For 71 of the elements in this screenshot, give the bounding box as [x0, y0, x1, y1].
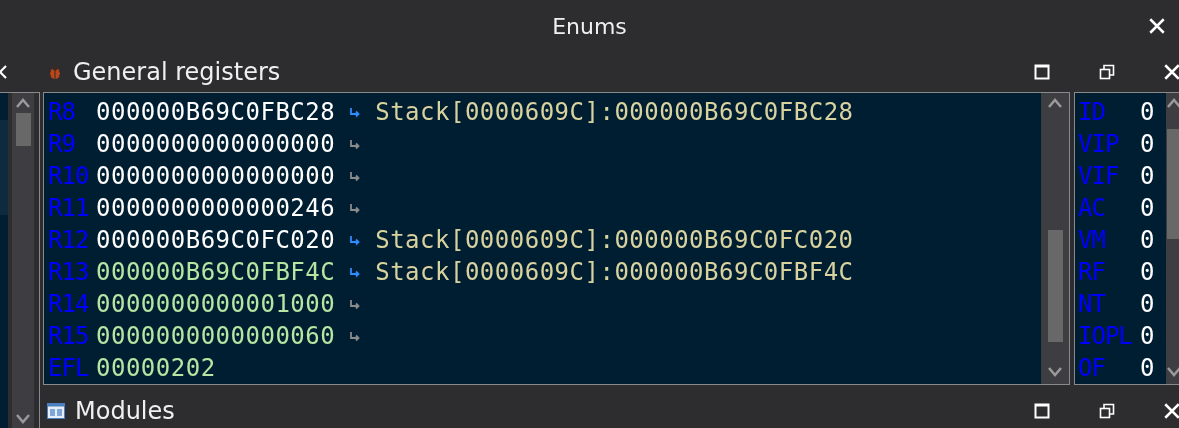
register-comment: Stack[0000609C]:000000B69C0FC020	[375, 226, 854, 254]
panel-title: Modules	[75, 397, 176, 425]
pointer-arrow-icon	[349, 298, 362, 310]
flag-name: IOPL	[1078, 322, 1133, 350]
register-comment: Stack[0000609C]:000000B69C0FBC28	[375, 98, 854, 126]
flag-name: ID	[1078, 98, 1106, 126]
register-value[interactable]: 0000000000000246	[96, 194, 336, 222]
restore-icon	[1099, 403, 1115, 419]
register-value[interactable]: 000000B69C0FC020	[96, 226, 336, 254]
bug-icon	[47, 64, 63, 80]
scrollbar[interactable]	[1041, 93, 1069, 384]
register-name: R10	[48, 162, 90, 190]
scroll-up-icon[interactable]	[1047, 97, 1063, 109]
flag-name: OF	[1078, 354, 1106, 382]
register-value[interactable]: 0000000000000000	[96, 162, 336, 190]
register-name: R13	[48, 258, 90, 286]
flag-name: VM	[1078, 226, 1106, 254]
scroll-down-icon[interactable]	[1166, 366, 1179, 378]
register-name: R15	[48, 322, 90, 350]
flag-name: VIP	[1078, 130, 1120, 158]
flag-value[interactable]: 0	[1140, 258, 1155, 286]
flag-value[interactable]: 0	[1140, 98, 1155, 126]
scroll-up-icon[interactable]	[1166, 97, 1179, 109]
register-name: R11	[48, 194, 90, 222]
modules-icon	[47, 403, 65, 419]
flag-value[interactable]: 0	[1140, 354, 1155, 382]
flag-value[interactable]: 0	[1140, 322, 1155, 350]
flag-value[interactable]: 0	[1140, 194, 1155, 222]
flag-name: NT	[1078, 290, 1107, 318]
scroll-thumb[interactable]	[1047, 230, 1063, 342]
register-comment: Stack[0000609C]:000000B69C0FBF4C	[375, 258, 854, 286]
register-value[interactable]: 000000B69C0FBC28	[96, 98, 336, 126]
flag-name: VIF	[1078, 162, 1120, 190]
close-icon	[1148, 17, 1166, 35]
register-value[interactable]: 0000000000001000	[96, 290, 336, 318]
register-name: EFL	[48, 354, 90, 382]
maximize-icon	[1034, 64, 1050, 80]
pointer-arrow-icon	[349, 202, 362, 214]
scroll-up-icon[interactable]	[15, 97, 31, 109]
close-icon	[1163, 63, 1179, 81]
window-title: Enums	[552, 13, 627, 39]
register-name: R12	[48, 226, 90, 254]
scroll-thumb[interactable]	[15, 113, 31, 146]
flag-value[interactable]: 0	[1140, 162, 1155, 190]
pointer-arrow-icon	[349, 170, 362, 182]
close-icon	[1163, 402, 1179, 420]
flag-value[interactable]: 0	[1140, 130, 1155, 158]
pointer-arrow-icon	[349, 138, 362, 150]
pointer-arrow-icon	[349, 106, 362, 118]
flag-value[interactable]: 0	[1140, 226, 1155, 254]
scrollbar[interactable]	[1166, 93, 1179, 384]
pointer-arrow-icon	[349, 266, 362, 278]
register-value[interactable]: 0000000000000060	[96, 322, 336, 350]
scroll-down-icon[interactable]	[1047, 366, 1063, 378]
scroll-down-icon[interactable]	[15, 413, 31, 425]
scroll-thumb[interactable]	[1166, 129, 1179, 239]
flag-name: AC	[1078, 194, 1106, 222]
maximize-icon	[1034, 403, 1050, 419]
register-value[interactable]: 0000000000000000	[96, 130, 336, 158]
pointer-arrow-icon	[349, 234, 362, 246]
register-name: R9	[48, 130, 76, 158]
register-name: R14	[48, 290, 90, 318]
flag-value[interactable]: 0	[1140, 290, 1155, 318]
restore-icon	[1099, 64, 1115, 80]
panel-title: General registers	[73, 58, 282, 86]
pointer-arrow-icon	[349, 330, 362, 342]
register-name: R8	[48, 98, 76, 126]
flag-name: RF	[1078, 258, 1106, 286]
scrollbar[interactable]	[12, 93, 34, 428]
register-value[interactable]: 00000202	[96, 354, 216, 382]
register-value[interactable]: 000000B69C0FBF4C	[96, 258, 336, 286]
